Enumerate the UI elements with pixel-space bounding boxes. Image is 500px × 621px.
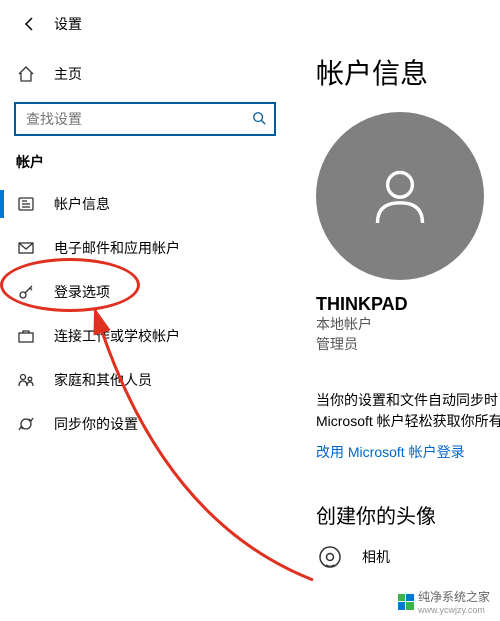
camera-label: 相机	[362, 547, 390, 567]
window-title: 设置	[54, 14, 82, 34]
home-icon	[16, 64, 36, 84]
watermark-logo-icon	[398, 594, 414, 610]
home-link[interactable]: 主页	[0, 54, 290, 94]
back-button[interactable]	[14, 9, 44, 39]
nav-item-5[interactable]: 同步你的设置	[0, 402, 290, 446]
search-icon[interactable]	[252, 111, 266, 128]
nav-item-label: 电子邮件和应用帐户	[54, 238, 180, 258]
nav-item-4[interactable]: 家庭和其他人员	[0, 358, 290, 402]
sync-description: 当你的设置和文件自动同步时， Microsoft 帐户轻松获取你所有	[316, 390, 500, 432]
page-title: 帐户信息	[316, 52, 500, 92]
avatar	[316, 112, 484, 280]
sync-icon	[16, 414, 36, 434]
nav-item-label: 连接工作或学校帐户	[54, 326, 180, 346]
camera-row[interactable]: 相机	[316, 543, 500, 571]
nav-item-label: 帐户信息	[54, 194, 110, 214]
account-type: 本地帐户	[316, 315, 500, 335]
nav-item-3[interactable]: 连接工作或学校帐户	[0, 314, 290, 358]
search-input[interactable]	[24, 110, 252, 128]
create-avatar-title: 创建你的头像	[316, 500, 500, 529]
nav-item-2[interactable]: 登录选项	[0, 270, 290, 314]
key-icon	[16, 282, 36, 302]
work-icon	[16, 326, 36, 346]
account-info-icon	[16, 194, 36, 214]
nav-item-label: 登录选项	[54, 282, 110, 302]
nav-item-0[interactable]: 帐户信息	[0, 182, 290, 226]
email-icon	[16, 238, 36, 258]
section-title: 帐户	[0, 152, 290, 172]
camera-icon	[316, 543, 344, 571]
nav-item-label: 同步你的设置	[54, 414, 138, 434]
family-icon	[16, 370, 36, 390]
nav-item-label: 家庭和其他人员	[54, 370, 152, 390]
switch-account-link[interactable]: 改用 Microsoft 帐户登录	[316, 442, 500, 462]
watermark: 纯净系统之家 www.ycwjzy.com	[394, 586, 494, 617]
search-box[interactable]	[14, 102, 276, 136]
nav-item-1[interactable]: 电子邮件和应用帐户	[0, 226, 290, 270]
account-role: 管理员	[316, 335, 500, 355]
home-label: 主页	[54, 64, 82, 84]
username: THINKPAD	[316, 294, 500, 315]
